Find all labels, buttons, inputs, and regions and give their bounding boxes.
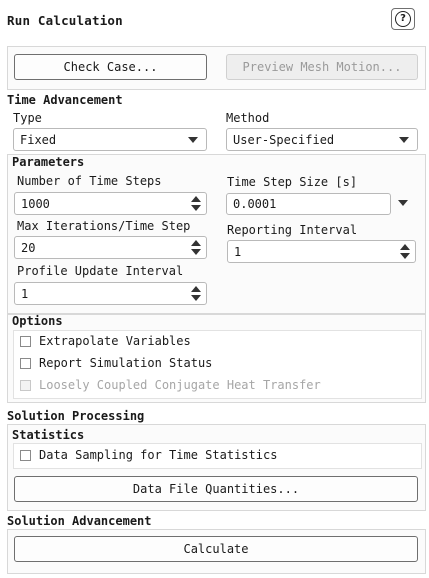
type-label: Type (13, 111, 42, 125)
max-iterations-value: 20 (21, 240, 36, 255)
loosely-coupled-cht-checkbox[interactable]: Loosely Coupled Conjugate Heat Transfer (20, 378, 321, 392)
spinner[interactable] (191, 240, 201, 255)
options-title: Options (12, 314, 63, 328)
statistics-title: Statistics (12, 428, 85, 442)
num-time-steps-value: 1000 (21, 196, 50, 211)
profile-update-value: 1 (21, 286, 29, 301)
data-sampling-label: Data Sampling for Time Statistics (39, 448, 278, 462)
checkbox-icon[interactable] (20, 357, 31, 369)
max-iterations-label: Max Iterations/Time Step (17, 219, 191, 233)
parameters-title: Parameters (12, 155, 85, 169)
time-step-size-field[interactable]: 0.0001 (226, 193, 391, 215)
reporting-interval-value: 1 (234, 244, 242, 259)
solution-advancement-title: Solution Advancement (7, 514, 152, 528)
chevron-down-icon (399, 136, 409, 143)
spin-up-icon[interactable] (191, 196, 201, 202)
extrapolate-variables-checkbox[interactable]: Extrapolate Variables (20, 334, 191, 348)
chevron-down-icon (188, 136, 198, 143)
type-dropdown[interactable]: Fixed (13, 128, 207, 151)
spin-down-icon[interactable] (191, 205, 201, 211)
spin-down-icon[interactable] (400, 253, 410, 259)
report-simulation-status-checkbox[interactable]: Report Simulation Status (20, 356, 212, 370)
time-step-size-label: Time Step Size [s] (227, 175, 358, 189)
report-simulation-status-label: Report Simulation Status (39, 356, 213, 370)
method-value: User-Specified (233, 132, 335, 147)
max-iterations-field[interactable]: 20 (14, 236, 207, 259)
help-icon: ? (395, 11, 411, 27)
profile-update-label: Profile Update Interval (17, 264, 184, 278)
spin-up-icon[interactable] (191, 286, 201, 292)
calculate-button[interactable]: Calculate (14, 536, 418, 562)
time-advancement-title: Time Advancement (7, 93, 123, 107)
loosely-coupled-cht-label: Loosely Coupled Conjugate Heat Transfer (39, 378, 321, 392)
method-dropdown[interactable]: User-Specified (226, 128, 418, 151)
num-time-steps-field[interactable]: 1000 (14, 192, 207, 215)
time-step-size-value: 0.0001 (233, 197, 277, 211)
checkbox-icon[interactable] (20, 379, 31, 391)
time-step-size-menu-icon[interactable] (398, 200, 408, 206)
data-file-quantities-button[interactable]: Data File Quantities... (14, 476, 418, 502)
solution-processing-title: Solution Processing (7, 409, 145, 423)
profile-update-field[interactable]: 1 (14, 282, 207, 305)
spinner[interactable] (191, 286, 201, 301)
spin-down-icon[interactable] (191, 295, 201, 301)
method-label: Method (226, 111, 270, 125)
reporting-interval-label: Reporting Interval (227, 223, 358, 237)
panel-title: Run Calculation (7, 13, 123, 28)
spin-up-icon[interactable] (191, 240, 201, 246)
help-button[interactable]: ? (391, 8, 415, 30)
spin-up-icon[interactable] (400, 244, 410, 250)
type-value: Fixed (20, 132, 57, 147)
spin-down-icon[interactable] (191, 249, 201, 255)
check-case-button[interactable]: Check Case... (14, 54, 207, 80)
extrapolate-variables-label: Extrapolate Variables (39, 334, 191, 348)
spinner[interactable] (400, 244, 410, 259)
reporting-interval-field[interactable]: 1 (227, 240, 416, 263)
data-sampling-checkbox[interactable]: Data Sampling for Time Statistics (20, 448, 277, 462)
checkbox-icon[interactable] (20, 449, 31, 461)
preview-mesh-motion-button[interactable]: Preview Mesh Motion... (226, 54, 418, 80)
checkbox-icon[interactable] (20, 335, 31, 347)
spinner[interactable] (191, 196, 201, 211)
num-time-steps-label: Number of Time Steps (17, 174, 162, 188)
